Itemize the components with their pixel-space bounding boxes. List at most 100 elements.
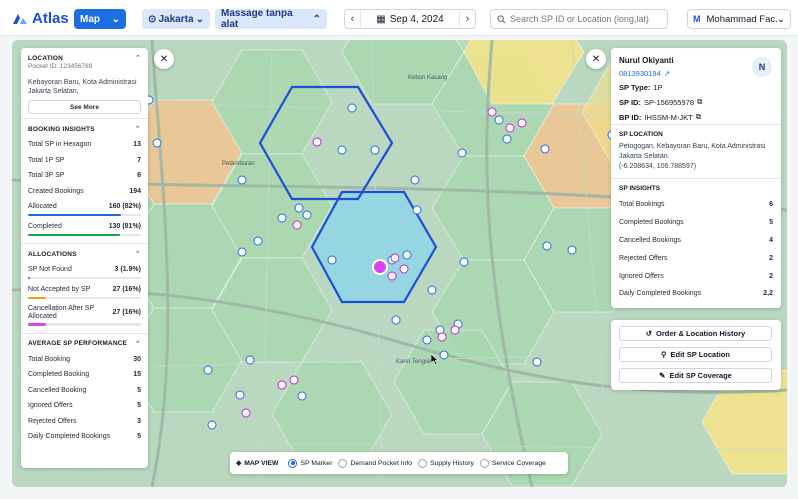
stat-label: Rejected Offers	[28, 417, 77, 425]
see-more-button[interactable]: See More	[28, 100, 141, 114]
order-location-history-button[interactable]: ↺ Order & Location History	[619, 326, 772, 341]
prev-date-button[interactable]: ‹	[345, 10, 361, 28]
stat-value: 5	[769, 219, 773, 227]
sp-type-value: 1P	[653, 83, 663, 92]
stat-value: 30	[133, 355, 141, 363]
progress-fill	[28, 323, 47, 326]
map-label-petamburan: Petamburan	[222, 161, 255, 167]
user-menu[interactable]: M Mohammad Fac... ⌄	[687, 9, 791, 29]
sp-insights-section: SP INSIGHTS Total Bookings 6 Completed Bo…	[611, 179, 781, 309]
radio-demand-pocket-info[interactable]: Demand Pocket Info	[338, 458, 412, 468]
app-name: Atlas	[32, 10, 69, 27]
close-left-panel-button[interactable]: ✕	[154, 49, 174, 69]
chevron-down-icon: ⌄	[111, 13, 120, 25]
stat-row: Allocated 160 (82%)	[28, 199, 141, 215]
stat-label: Total Booking	[28, 355, 71, 363]
sp-detail-panel: Nurul Okiyanti 0813930194 ↗ SP Type: 1P S…	[611, 48, 781, 308]
progress-bar	[28, 213, 141, 216]
bp-id-line: BP ID: IHSSM-M-JKT ⧉	[619, 112, 773, 122]
stat-row: Total 3P SP 6	[28, 168, 141, 184]
progress-bar	[28, 323, 141, 326]
sp-phone-link[interactable]: 0813930194 ↗	[619, 69, 773, 78]
radio-sp-marker[interactable]: SP Marker	[288, 458, 333, 468]
search-input[interactable]	[510, 14, 660, 24]
stat-row: Cancelled Booking 5	[28, 383, 141, 399]
stat-value: 27 (16%)	[112, 286, 141, 294]
map-label-karet-tengsin: Karet Tengsin	[396, 359, 433, 365]
allocations-section: ALLOCATIONS ⌃ SP Not Found 3 (1.9%) Not Ac…	[21, 244, 148, 334]
stat-value: 2	[769, 272, 773, 280]
map-view-switcher: ◈ MAP VIEW SP Marker Demand Pocket Info S…	[230, 452, 568, 474]
stat-value: 2	[769, 254, 773, 262]
stat-row: Completed Bookings 5	[619, 214, 773, 232]
progress-fill	[28, 296, 47, 299]
chevron-down-icon: ⌄	[777, 13, 785, 25]
location-pin-icon: ⊙	[148, 13, 157, 25]
stat-label: Total SP in Hexagon	[28, 141, 92, 149]
sp-location-title: SP LOCATION	[619, 131, 663, 138]
map-view-title: ◈ MAP VIEW	[236, 459, 279, 468]
chevron-up-icon[interactable]: ⌃	[135, 340, 141, 348]
stat-row: Rejected Offers 3	[28, 414, 141, 430]
city-select[interactable]: ⊙ Jakarta ⌄	[142, 9, 210, 29]
close-right-panel-button[interactable]: ✕	[586, 49, 606, 69]
stat-label: Created Bookings	[28, 187, 84, 195]
sp-phone: 0813930194	[619, 69, 661, 78]
sp-id-value: SP-156955978	[643, 97, 694, 107]
stat-value: 27 (16%)	[112, 309, 141, 316]
copy-icon[interactable]: ⧉	[696, 112, 701, 122]
stat-value: 7	[137, 156, 141, 164]
location-section: LOCATION ⌃ Pocket ID: 123456789 Kebayoran…	[21, 48, 148, 119]
map-view-title-text: MAP VIEW	[244, 459, 279, 467]
date-picker: ‹ ▦ Sep 4, 2024 ›	[344, 9, 476, 29]
booking-insights-section: BOOKING INSIGHTS ⌃ Total SP in Hexagon 13 …	[21, 119, 148, 244]
stat-label: Daily Completed Bookings	[619, 290, 702, 298]
stat-row: Total Booking 30	[28, 352, 141, 368]
stat-value: 4	[769, 236, 773, 244]
stat-row: Daily Completed Bookings 5	[28, 429, 141, 445]
layers-icon: ◈	[236, 460, 242, 467]
location-address: Kebayoran Baru, Kota Administrasi Jakart…	[28, 79, 137, 95]
stat-value: 5	[137, 433, 141, 441]
chevron-up-icon[interactable]: ⌃	[135, 250, 141, 258]
atlas-logo[interactable]: Atlas	[12, 10, 69, 27]
search-icon	[497, 14, 506, 23]
next-date-button[interactable]: ›	[459, 10, 475, 28]
view-select[interactable]: Map ⌄	[74, 9, 126, 29]
stat-row: Cancelled Bookings 4	[619, 232, 773, 250]
stat-value: 130 (81%)	[108, 223, 141, 231]
stat-value: 5	[137, 386, 141, 394]
stat-label: Not Accepted by SP	[28, 286, 91, 294]
stat-row: Daily Completed Bookings 2,2	[619, 285, 773, 303]
radio-label: Supply History	[430, 459, 474, 467]
stat-label: Total 3P SP	[28, 172, 65, 180]
booking-insights-title: BOOKING INSIGHTS	[28, 125, 95, 133]
radio-service-coverage[interactable]: Service Coverage	[479, 458, 546, 468]
date-display[interactable]: ▦ Sep 4, 2024	[361, 14, 459, 25]
user-name: Mohammad Fac...	[706, 13, 778, 25]
chevron-up-icon[interactable]: ⌃	[135, 54, 141, 62]
stat-row: Rejected Offers 2	[619, 249, 773, 267]
progress-bar	[28, 296, 141, 299]
stat-row: Total SP in Hexagon 13	[28, 137, 141, 153]
sp-location-coords: (-6.208634, 106.788597)	[619, 163, 697, 170]
radio-supply-history[interactable]: Supply History	[418, 458, 474, 468]
service-select[interactable]: Massage tanpa alat ⌃	[215, 8, 327, 30]
top-bar: Atlas Map ⌄ ⊙ Jakarta ⌄ Massage tanpa al…	[0, 0, 798, 36]
stat-row: Cancellation After SP Allocated 27 (16%)	[28, 302, 141, 324]
edit-sp-coverage-button[interactable]: ✎ Edit SP Coverage	[619, 368, 772, 383]
chevron-up-icon[interactable]: ⌃	[135, 125, 141, 133]
stat-label: SP Not Found	[28, 266, 72, 274]
radio-label: SP Marker	[300, 459, 333, 467]
city-select-label: Jakarta	[158, 13, 194, 25]
chevron-up-icon: ⌃	[312, 13, 321, 25]
sp-location-address: Petogogan, Kebayoran Baru, Kota Administ…	[619, 143, 766, 160]
chevron-down-icon: ⌄	[195, 13, 204, 25]
edit-sp-coverage-label: Edit SP Coverage	[669, 371, 732, 380]
stat-value: 13	[133, 141, 141, 149]
copy-icon[interactable]: ⧉	[697, 97, 702, 107]
edit-sp-location-button[interactable]: ⚲ Edit SP Location	[619, 347, 772, 362]
external-link-icon: ↗	[663, 69, 671, 78]
stat-row: Total 1P SP 7	[28, 153, 141, 169]
bp-id-value: IHSSM-M-JKT	[644, 112, 693, 122]
